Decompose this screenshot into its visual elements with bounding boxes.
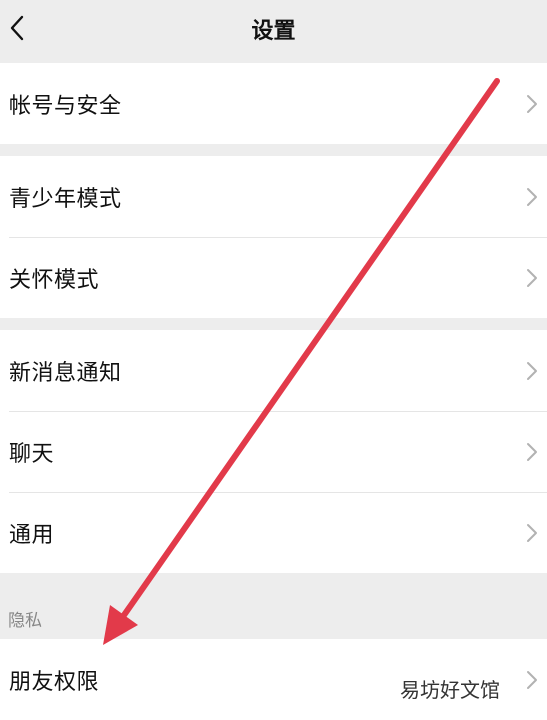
- settings-item-account-security[interactable]: 帐号与安全: [0, 63, 547, 144]
- chevron-right-icon: [527, 187, 537, 206]
- chevron-right-icon: [527, 94, 537, 113]
- modes-group: 青少年模式 关怀模式: [0, 156, 547, 318]
- settings-item-label: 朋友权限: [9, 669, 100, 695]
- settings-item-label: 青少年模式: [9, 186, 122, 212]
- chevron-right-icon: [527, 268, 537, 287]
- settings-item-notifications[interactable]: 新消息通知: [0, 330, 547, 411]
- section-header-privacy: 隐私: [8, 611, 42, 631]
- account-group: 帐号与安全: [0, 63, 547, 144]
- settings-item-label: 通用: [9, 522, 55, 548]
- settings-item-youth-mode[interactable]: 青少年模式: [0, 156, 547, 237]
- settings-item-label: 关怀模式: [9, 267, 100, 293]
- settings-item-label: 新消息通知: [9, 360, 122, 386]
- chevron-right-icon: [527, 523, 537, 542]
- chevron-right-icon: [527, 361, 537, 380]
- settings-item-label: 帐号与安全: [9, 93, 122, 119]
- watermark: 易坊好文馆: [400, 678, 500, 702]
- settings-item-label: 聊天: [9, 441, 55, 467]
- chevron-right-icon: [527, 670, 537, 689]
- page-title: 设置: [251, 19, 296, 44]
- settings-item-care-mode[interactable]: 关怀模式: [0, 237, 547, 318]
- settings-item-chat[interactable]: 聊天: [0, 411, 547, 492]
- chevron-right-icon: [527, 442, 537, 461]
- nav-bar: 设置: [0, 0, 547, 60]
- settings-item-general[interactable]: 通用: [0, 492, 547, 573]
- general-group: 新消息通知 聊天 通用: [0, 330, 547, 573]
